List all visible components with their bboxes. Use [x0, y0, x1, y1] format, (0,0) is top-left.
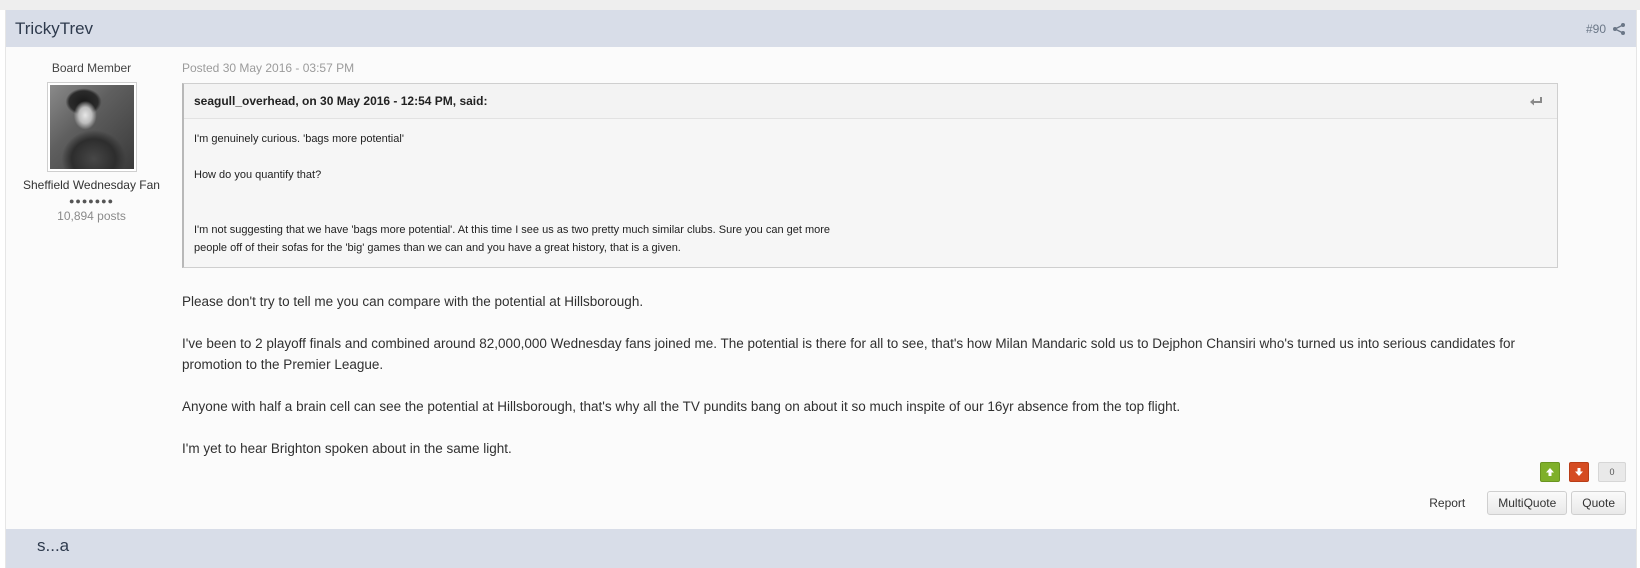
- quote-line: I'm not suggesting that we have 'bags mo…: [194, 224, 831, 236]
- quote-citation: seagull_overhead, on 30 May 2016 - 12:54…: [184, 84, 1557, 119]
- quote-citation-text: seagull_overhead, on 30 May 2016 - 12:54…: [194, 94, 488, 108]
- reputation-bar: 0: [1540, 462, 1626, 482]
- snapback-icon[interactable]: [1527, 95, 1543, 107]
- quote-line: people off of their sofas for the 'big' …: [194, 242, 681, 254]
- top-strip: [0, 0, 1640, 10]
- next-post-header: s...a: [6, 529, 1636, 568]
- reputation-count: 0: [1598, 462, 1626, 482]
- avatar[interactable]: [46, 82, 137, 172]
- next-post-author[interactable]: s...a: [37, 537, 69, 554]
- post-paragraph: I've been to 2 playoff finals and combin…: [182, 336, 1516, 372]
- post-text: Please don't try to tell me you can comp…: [182, 291, 1560, 459]
- share-icon[interactable]: [1612, 22, 1626, 36]
- quote-line: How do you quantify that?: [194, 169, 322, 181]
- member-group: Sheffield Wednesday Fan: [23, 178, 160, 192]
- member-title: Board Member: [51, 61, 132, 75]
- post-header: TrickyTrev #90: [6, 10, 1636, 47]
- thumbs-down-arrow-icon: [1575, 468, 1583, 476]
- post-paragraph: Please don't try to tell me you can comp…: [182, 294, 644, 309]
- post-number-link[interactable]: #90: [1586, 22, 1606, 36]
- report-link[interactable]: Report: [1429, 496, 1465, 510]
- author-name-link[interactable]: TrickyTrev: [15, 19, 93, 39]
- rank-pips: ●●●●●●●: [68, 196, 115, 206]
- avatar-image: [49, 85, 134, 169]
- quote-line: I'm genuinely curious. 'bags more potent…: [194, 133, 404, 145]
- rep-up-button[interactable]: [1540, 462, 1560, 482]
- rep-down-button[interactable]: [1569, 462, 1589, 482]
- quote-block: seagull_overhead, on 30 May 2016 - 12:54…: [182, 83, 1558, 268]
- post-container: TrickyTrev #90 Board Member Sheffield We…: [5, 10, 1637, 568]
- thumbs-up-arrow-icon: [1546, 468, 1554, 476]
- post-count: 10,894 posts: [57, 209, 126, 223]
- quote-button[interactable]: Quote: [1571, 491, 1626, 515]
- post-actions: Report MultiQuote Quote: [1429, 491, 1626, 515]
- author-info: Board Member Sheffield Wednesday Fan ●●●…: [6, 58, 177, 223]
- post-paragraph: I'm yet to hear Brighton spoken about in…: [182, 441, 512, 456]
- posted-date: Posted 30 May 2016 - 03:57 PM: [182, 61, 355, 75]
- post-paragraph: Anyone with half a brain cell can see th…: [182, 399, 1181, 414]
- quote-content: I'm genuinely curious. 'bags more potent…: [184, 119, 1557, 267]
- multiquote-button[interactable]: MultiQuote: [1487, 491, 1568, 515]
- post-number-group: #90: [1586, 22, 1626, 36]
- post-body: Posted 30 May 2016 - 03:57 PM seagull_ov…: [182, 58, 1560, 459]
